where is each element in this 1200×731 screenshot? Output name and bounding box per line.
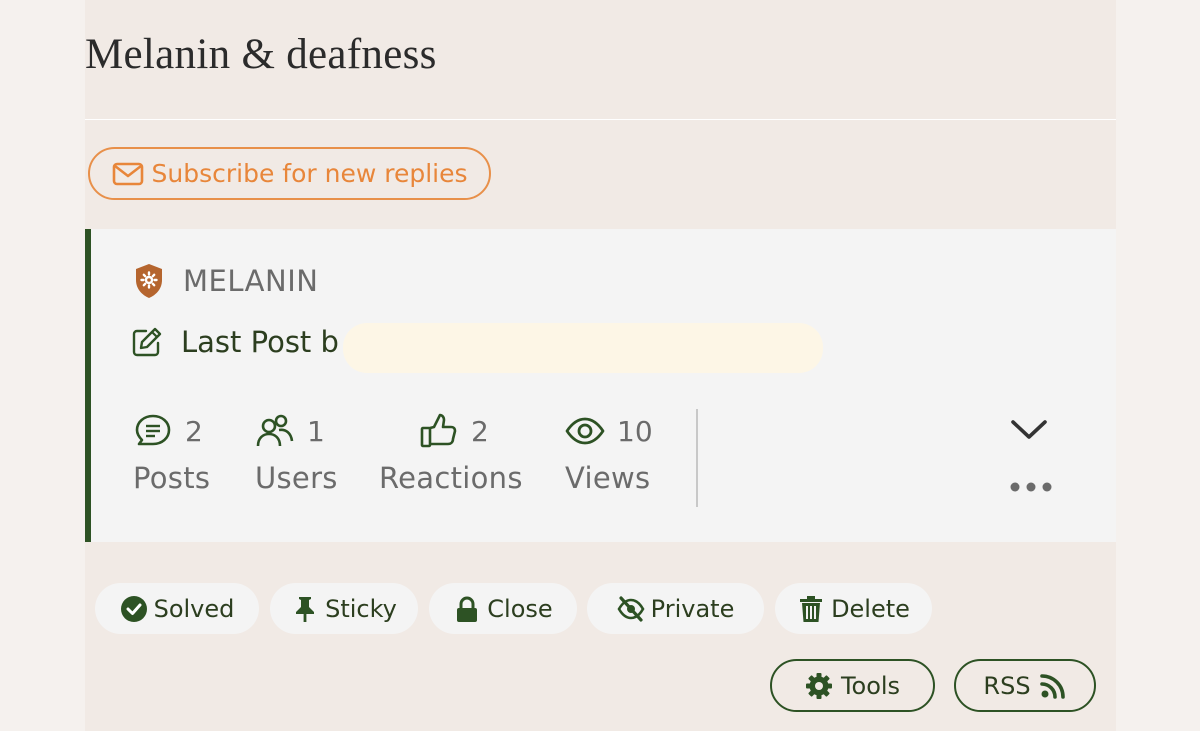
subscribe-label: Subscribe for new replies (151, 159, 468, 188)
lock-icon (457, 596, 478, 622)
private-button[interactable]: Private (587, 583, 764, 634)
forum-name: MELANIN (183, 264, 319, 298)
stat-views: 10 Views (565, 411, 653, 496)
eye-icon (565, 417, 605, 445)
redacted-username (343, 323, 823, 373)
edit-icon (132, 327, 162, 357)
private-label: Private (650, 594, 735, 623)
page-margin-left (0, 0, 85, 731)
delete-label: Delete (831, 594, 910, 623)
trash-icon (800, 595, 823, 622)
topic-card: MELANIN Last Post b 2 Posts 1 Users 2 Re… (85, 229, 1116, 542)
users-icon (256, 414, 294, 447)
last-post-label: Last Post b (181, 325, 339, 359)
stat-users: 1 Users (255, 411, 338, 496)
stat-posts-value: 2 (185, 414, 203, 448)
posts-icon (135, 414, 171, 446)
last-post: Last Post b (131, 325, 339, 359)
stat-posts-label: Posts (133, 461, 211, 495)
stat-views-label: Views (565, 461, 651, 495)
stat-views-value: 10 (617, 414, 653, 448)
solved-label: Solved (153, 594, 235, 623)
gear-icon (805, 672, 832, 699)
thumbs-up-icon (420, 413, 457, 448)
topic-title: Melanin & deafness (85, 31, 437, 78)
eye-slash-icon (617, 595, 645, 622)
stat-posts: 2 Posts (133, 411, 211, 496)
stat-users-value: 1 (307, 414, 325, 448)
topic-main: Melanin & deafness Subscribe for new rep… (85, 0, 1116, 731)
check-circle-icon (120, 595, 147, 622)
stat-reactions: 2 Reactions (379, 411, 523, 495)
chevron-down-icon[interactable] (1009, 417, 1049, 443)
page-margin-right (1116, 0, 1200, 731)
more-options-icon[interactable] (1009, 481, 1053, 493)
sticky-button[interactable]: Sticky (270, 583, 418, 634)
close-button[interactable]: Close (429, 583, 577, 634)
title-divider (85, 119, 1116, 120)
stat-reactions-value: 2 (471, 414, 489, 448)
rss-icon (1039, 673, 1065, 699)
shield-gear-icon (136, 264, 162, 298)
pin-icon (296, 596, 315, 622)
tools-label: Tools (840, 671, 901, 700)
stat-reactions-label: Reactions (379, 461, 523, 495)
close-label: Close (487, 594, 553, 623)
subscribe-button[interactable]: Subscribe for new replies (88, 147, 491, 200)
envelope-icon (112, 162, 143, 185)
stats-divider (696, 409, 698, 507)
tools-button[interactable]: Tools (770, 659, 935, 712)
solved-button[interactable]: Solved (95, 583, 259, 634)
stat-users-label: Users (255, 461, 338, 495)
sticky-label: Sticky (325, 594, 397, 623)
forum-link[interactable]: MELANIN (133, 262, 318, 300)
rss-button[interactable]: RSS (954, 659, 1096, 712)
rss-label: RSS (983, 671, 1031, 700)
delete-button[interactable]: Delete (775, 583, 932, 634)
